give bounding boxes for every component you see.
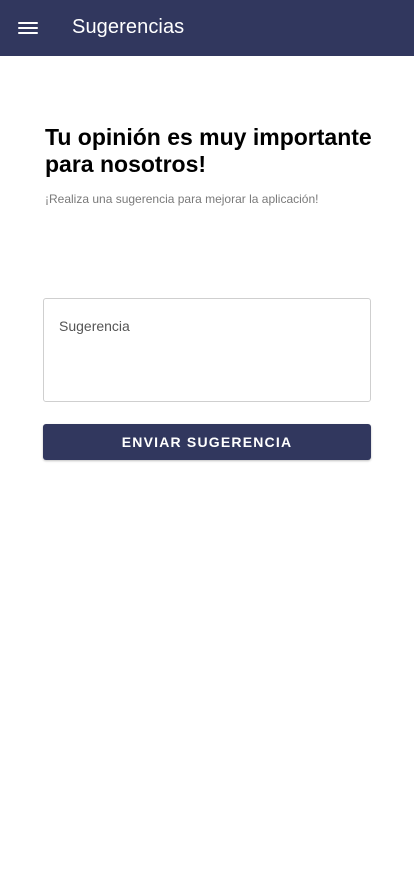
suggestion-field-container bbox=[43, 298, 371, 402]
menu-line bbox=[18, 32, 38, 34]
suggestion-input[interactable] bbox=[44, 299, 370, 401]
menu-line bbox=[18, 22, 38, 24]
app-bar: Sugerencias bbox=[0, 0, 414, 56]
menu-line bbox=[18, 27, 38, 29]
send-suggestion-button[interactable]: ENVIAR SUGERENCIA bbox=[43, 424, 371, 460]
feedback-heading: Tu opinión es muy importante para nosotr… bbox=[45, 124, 372, 177]
hamburger-menu-icon[interactable] bbox=[18, 19, 38, 37]
feedback-subheading: ¡Realiza una sugerencia para mejorar la … bbox=[45, 192, 319, 206]
page-title: Sugerencias bbox=[72, 16, 185, 38]
